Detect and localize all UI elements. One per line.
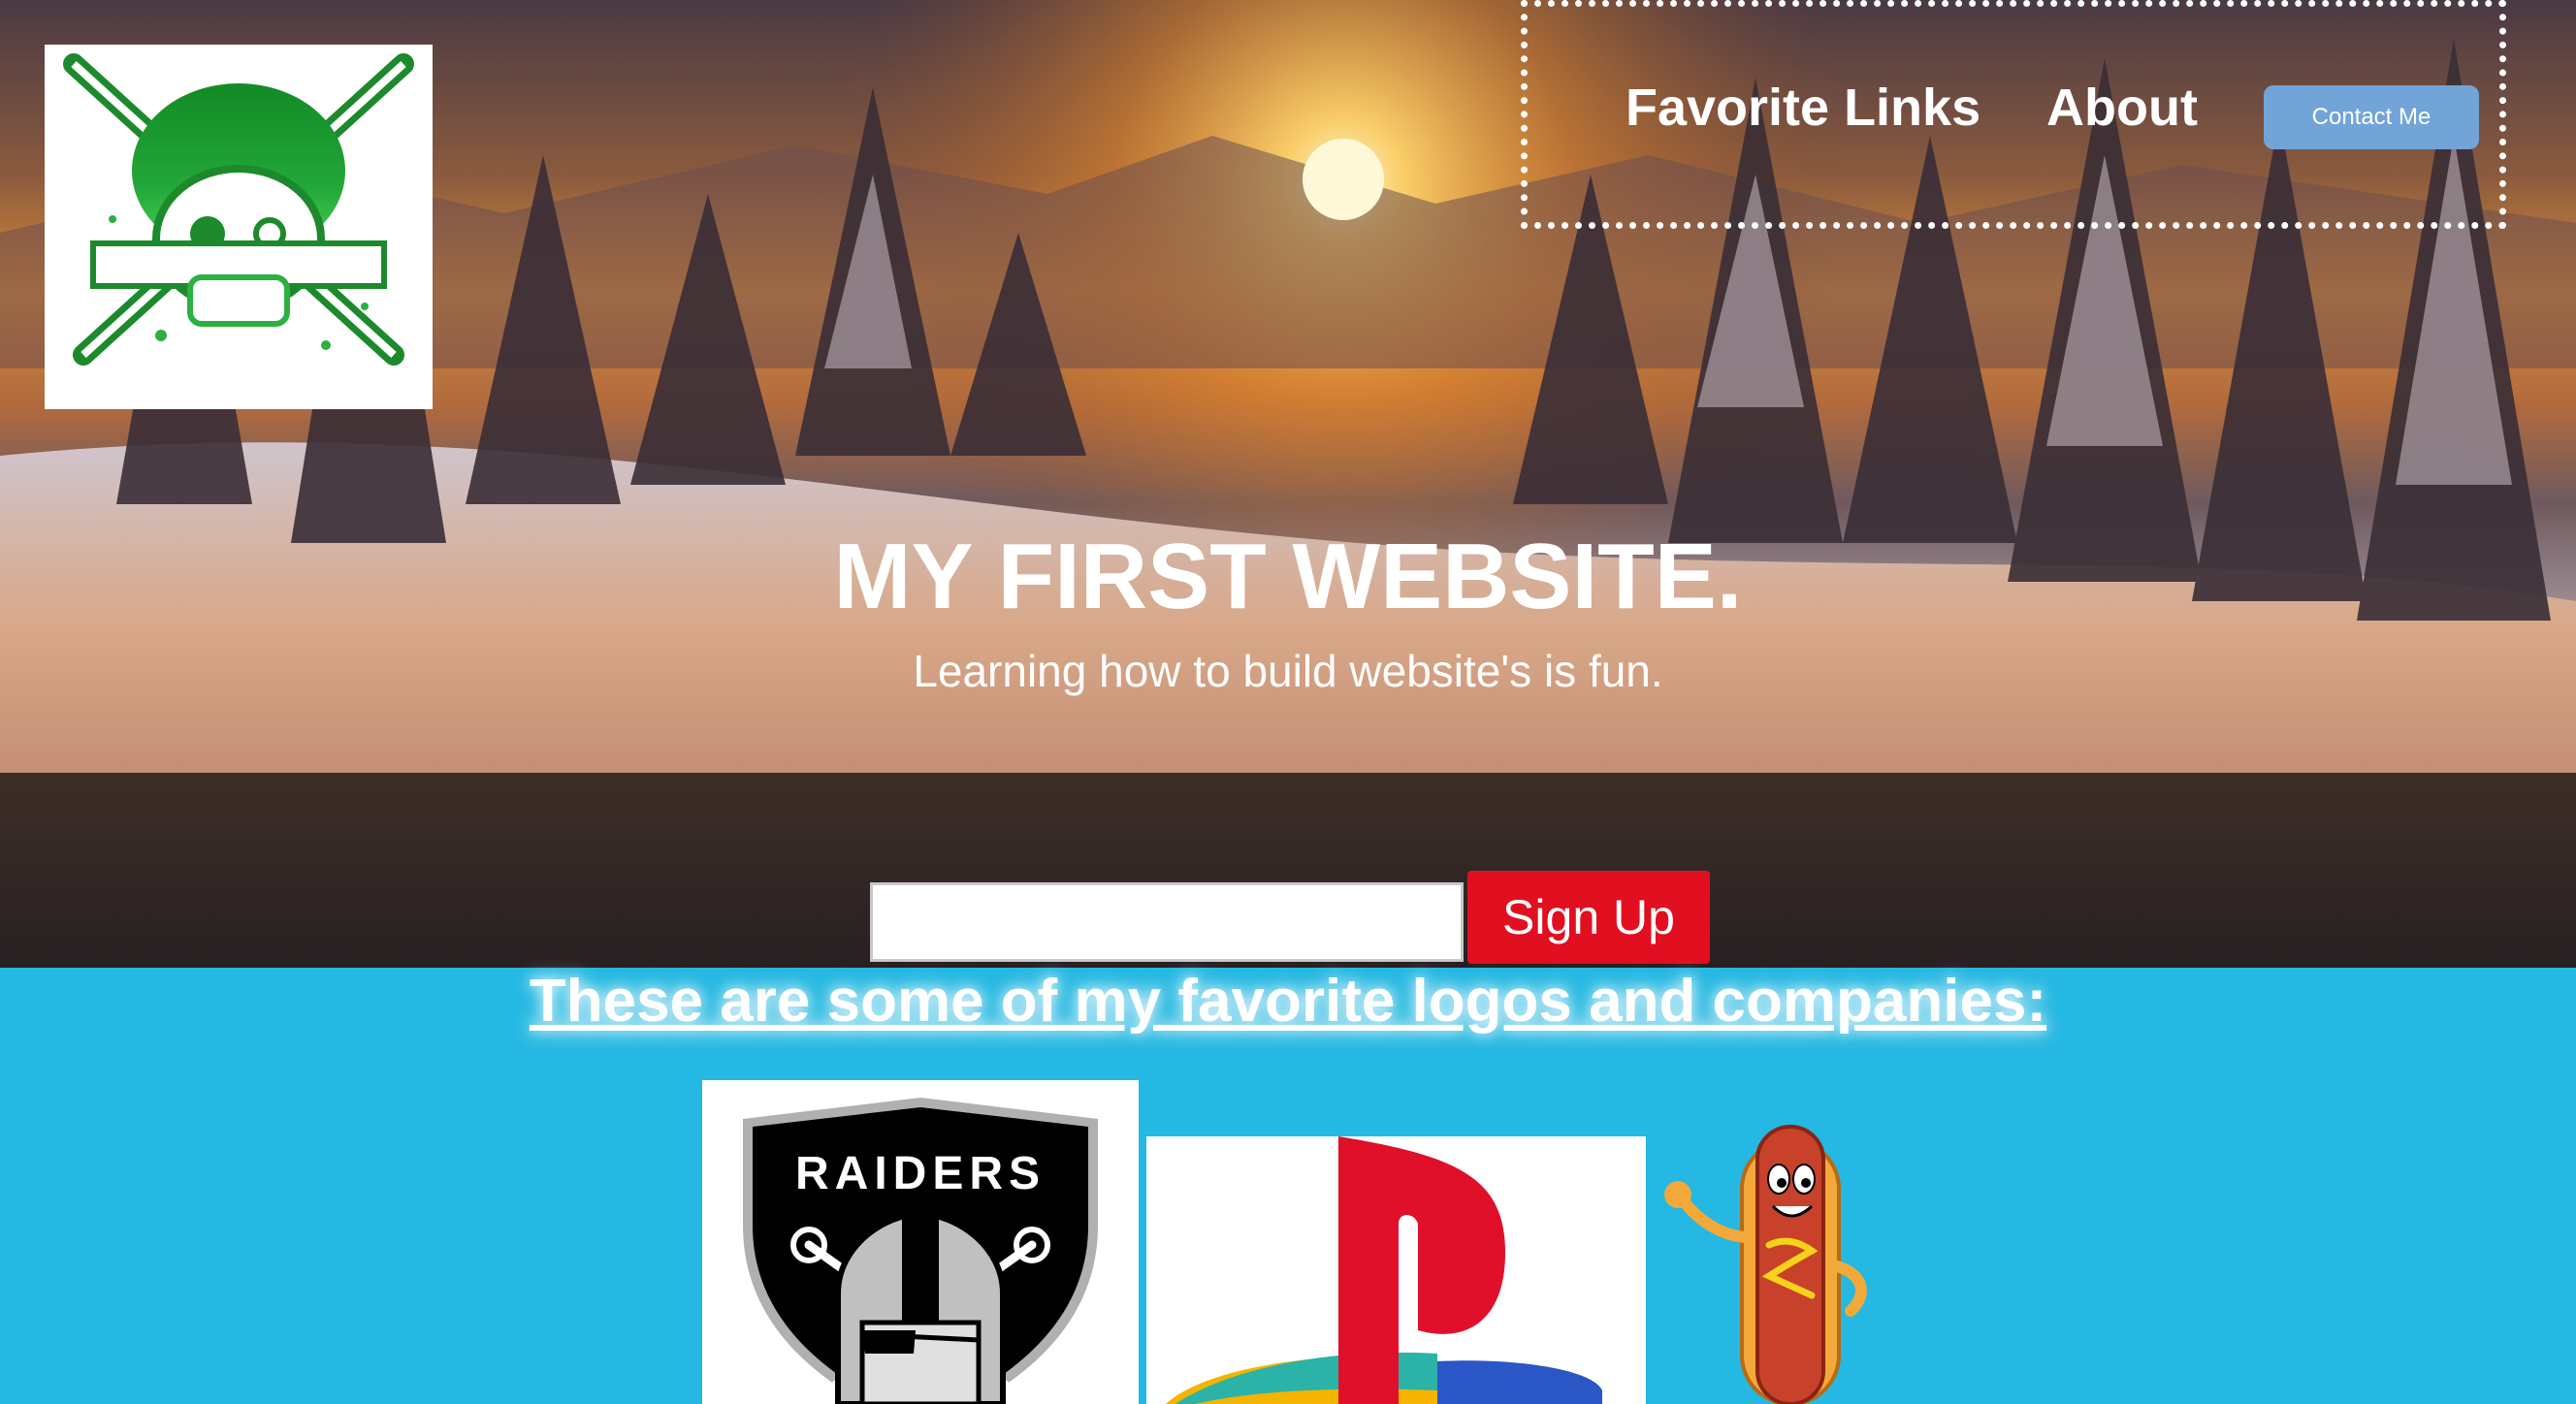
nav-link-about[interactable]: About xyxy=(2046,76,2198,140)
page-title: MY FIRST WEBSITE. xyxy=(833,525,1743,628)
signup-email-input[interactable] xyxy=(870,882,1464,962)
hotdog-mascot-card[interactable] xyxy=(1660,1121,1893,1404)
page: Favorite Links About Contact Me MY FIRST… xyxy=(0,0,2576,1404)
raiders-shield-icon: RAIDERS xyxy=(743,1098,1098,1404)
sign-up-button[interactable]: Sign Up xyxy=(1467,871,1710,964)
hotdog-mascot-icon xyxy=(1664,1125,1867,1404)
contact-me-button[interactable]: Contact Me xyxy=(2264,85,2479,149)
playstation-logo-icon xyxy=(1166,1136,1602,1404)
site-logo[interactable] xyxy=(45,45,433,409)
nav-link-favorite-links[interactable]: Favorite Links xyxy=(1626,76,1980,140)
skull-crossed-swords-icon xyxy=(63,53,414,366)
raiders-logo-card[interactable]: RAIDERS xyxy=(702,1080,1139,1404)
playstation-logo-card[interactable] xyxy=(1146,1136,1646,1404)
page-subtitle: Learning how to build website's is fun. xyxy=(913,646,1663,696)
raiders-shield-text: RAIDERS xyxy=(795,1148,1046,1199)
favorite-logos-heading: These are some of my favorite logos and … xyxy=(529,968,2047,1035)
